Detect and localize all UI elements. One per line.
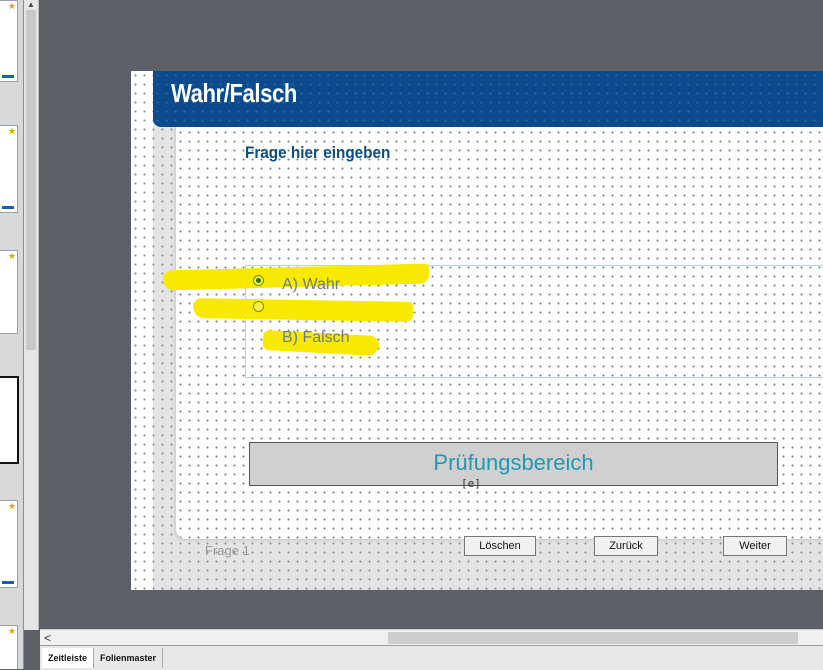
star-icon: ★: [7, 501, 16, 511]
slide-thumbnail[interactable]: ★: [0, 125, 18, 213]
star-icon: ★: [7, 251, 16, 261]
slide-thumbnail[interactable]: ★: [0, 0, 18, 82]
slide-thumbnail-selected[interactable]: [0, 376, 19, 464]
question-text[interactable]: Frage hier eingeben: [245, 143, 390, 163]
slide-title[interactable]: Wahr/Falsch: [171, 78, 297, 109]
scroll-left-icon[interactable]: <: [44, 631, 51, 645]
title-bar[interactable]: Wahr/Falsch: [153, 71, 823, 127]
review-area-icon[interactable]: [e]: [461, 477, 481, 490]
tab-slide-master[interactable]: Folienmaster: [94, 648, 164, 668]
clear-button[interactable]: Löschen: [464, 536, 536, 556]
highlight-stroke: [192, 298, 414, 322]
star-icon: ★: [7, 626, 16, 636]
radio-option-b[interactable]: [253, 301, 264, 312]
tab-timeline[interactable]: Zeitleiste: [42, 648, 95, 668]
slide-canvas[interactable]: Wahr/Falsch Frage hier eingeben A) Wahr …: [131, 71, 823, 590]
review-area-label: Prüfungsbereich: [433, 450, 594, 475]
scroll-up-icon[interactable]: ▲: [27, 0, 35, 9]
radio-option-a[interactable]: [253, 275, 264, 286]
slide-filmstrip: ★ ★ ★ ★ ★: [0, 0, 24, 669]
star-icon: ★: [7, 126, 16, 136]
scrollbar-thumb[interactable]: [388, 632, 798, 644]
back-button[interactable]: Zurück: [594, 536, 658, 556]
review-area[interactable]: Prüfungsbereich [e]: [249, 442, 778, 490]
question-number: Frage 1: [205, 543, 250, 558]
star-icon: ★: [7, 1, 16, 11]
bottom-tab-bar: Zeitleiste Folienmaster: [40, 645, 823, 670]
next-button[interactable]: Weiter: [723, 536, 787, 556]
slide-thumbnail[interactable]: ★: [0, 500, 18, 588]
slide-left-band: [131, 71, 153, 590]
slide-thumbnail[interactable]: ★: [0, 250, 18, 334]
scrollbar-thumb[interactable]: [26, 10, 36, 350]
slide-thumbnail[interactable]: ★: [0, 625, 18, 669]
filmstrip-scrollbar[interactable]: ▲: [24, 0, 39, 630]
option-a-label[interactable]: A) Wahr: [282, 276, 340, 294]
horizontal-scrollbar[interactable]: <: [40, 629, 823, 646]
option-b-label[interactable]: B) Falsch: [282, 329, 350, 347]
